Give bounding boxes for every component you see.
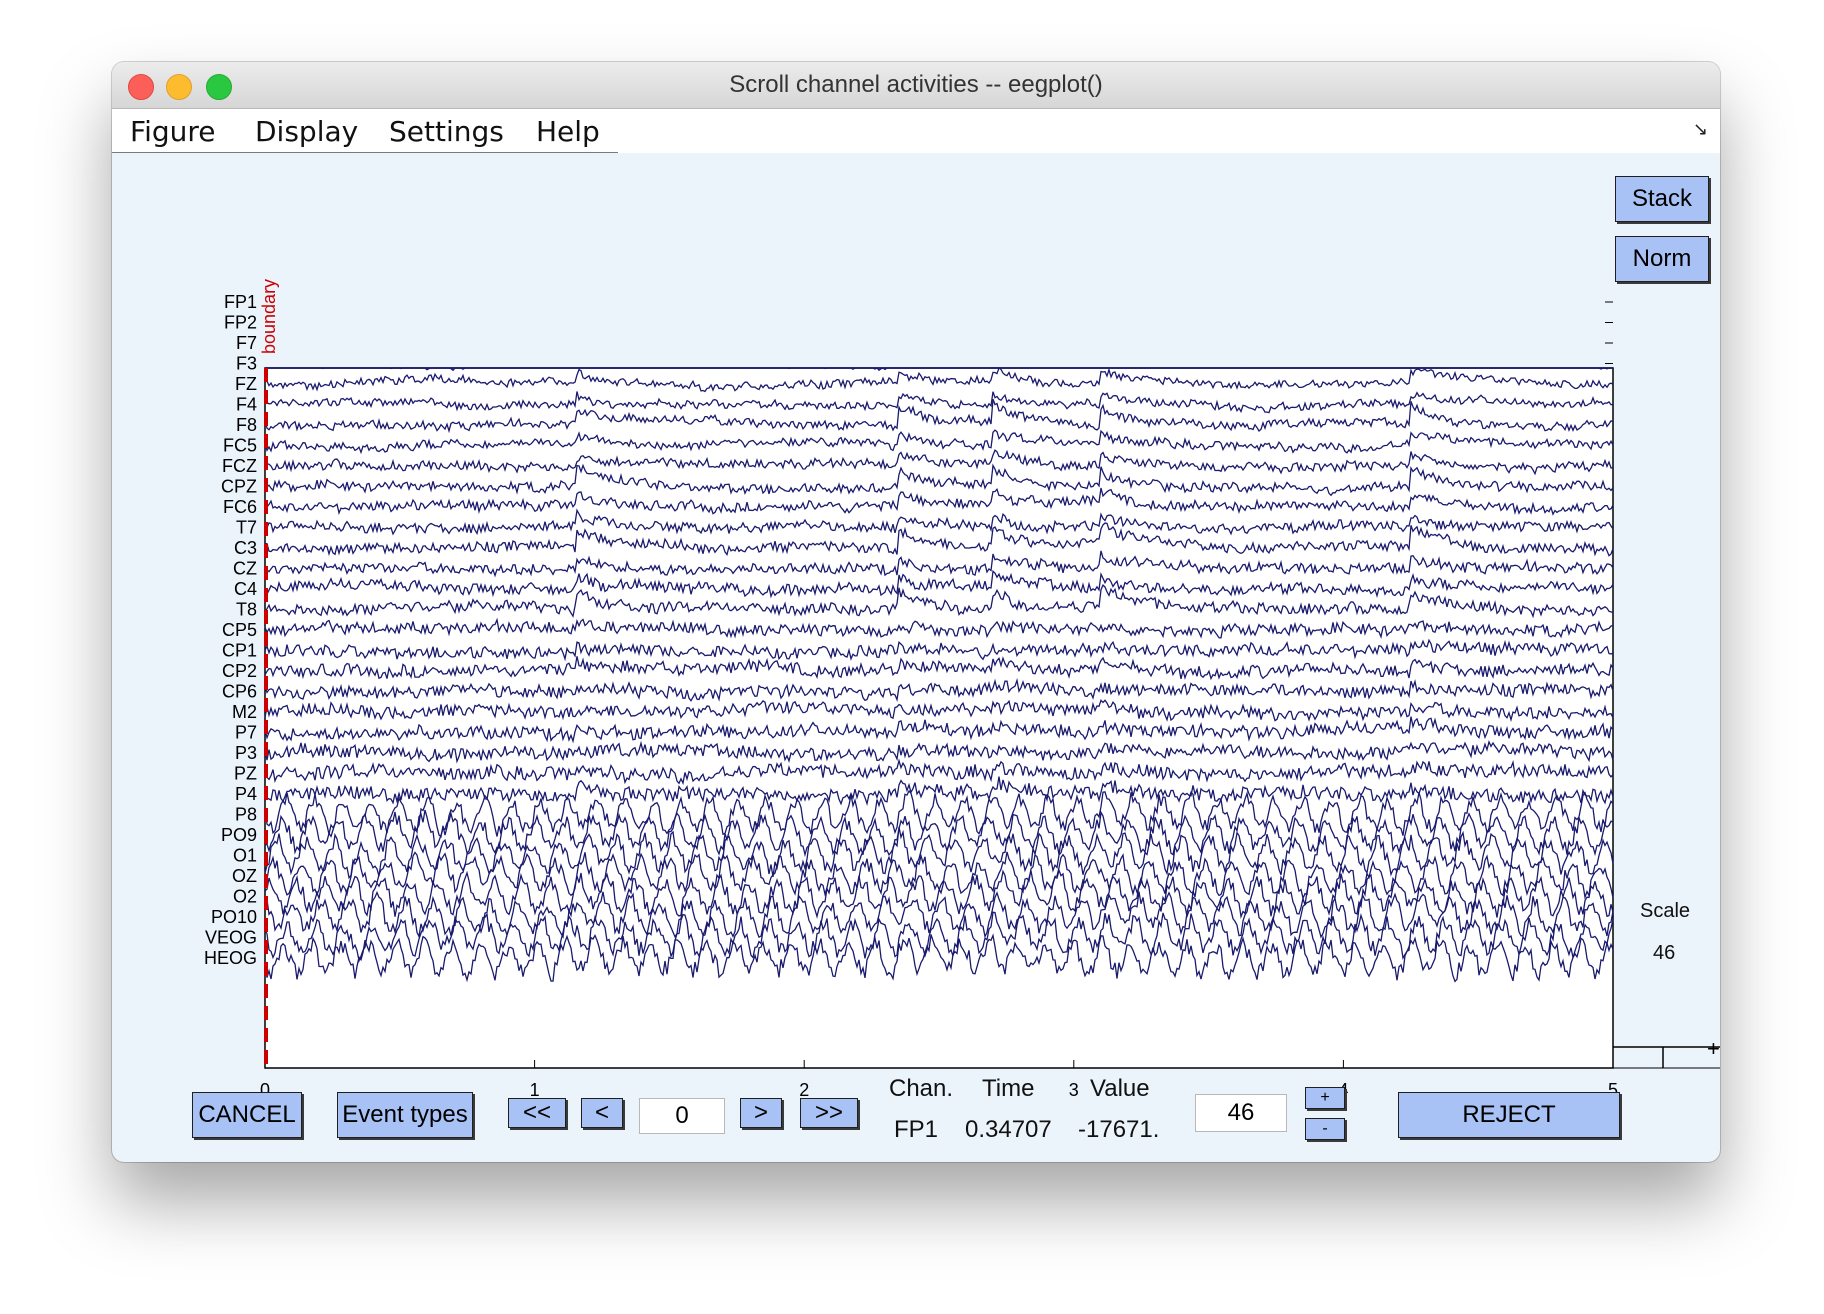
channel-label-cp6: CP6 <box>222 682 257 702</box>
menu-display[interactable]: Display <box>255 115 358 148</box>
channel-label-pz: PZ <box>234 764 257 784</box>
next-page-button[interactable]: > <box>740 1098 782 1128</box>
time-readout: 0.34707 <box>965 1116 1052 1143</box>
event-types-button[interactable]: Event types <box>337 1092 473 1138</box>
channel-label-fp1: FP1 <box>224 292 257 312</box>
value-readout: -17671. <box>1078 1116 1160 1143</box>
first-page-button[interactable]: << <box>508 1098 566 1128</box>
scale-decrease-button[interactable]: - <box>1305 1118 1345 1140</box>
channel-label-fp2: FP2 <box>224 313 257 333</box>
channel-label-p8: P8 <box>235 805 257 825</box>
eeg-plot[interactable]: FP1FP2F7F3FZF4F8FC5FCZCPZFC6T7C3CZC4T8CP… <box>112 154 1720 1162</box>
channel-label-cz: CZ <box>233 559 257 579</box>
time-tick-label: 1 <box>530 1080 540 1100</box>
menu-settings[interactable]: Settings <box>389 115 504 148</box>
prev-page-button[interactable]: < <box>581 1098 623 1128</box>
channel-label-oz: OZ <box>232 866 257 886</box>
reject-button[interactable]: REJECT <box>1398 1092 1620 1138</box>
scale-input[interactable]: 46 <box>1195 1094 1287 1132</box>
channel-label-cpz: CPZ <box>221 477 257 497</box>
scale-label: Scale <box>1640 900 1691 922</box>
cancel-button[interactable]: CANCEL <box>192 1092 302 1138</box>
menu-bar: Figure Display Settings Help ↘ <box>112 109 1720 153</box>
time-label: Time <box>982 1075 1035 1102</box>
channel-label-cp2: CP2 <box>222 661 257 681</box>
value-label: Value <box>1090 1075 1150 1102</box>
time-tick-label: 2 <box>799 1080 809 1100</box>
chan-readout: FP1 <box>894 1116 939 1143</box>
toolbar-toggle-icon[interactable]: ↘ <box>1693 119 1708 140</box>
channel-label-o1: O1 <box>233 846 257 866</box>
channel-label-veog: VEOG <box>205 928 257 948</box>
position-input[interactable]: 0 <box>639 1098 725 1134</box>
channel-label-fc6: FC6 <box>223 497 257 517</box>
channel-label-m2: M2 <box>232 702 257 722</box>
menu-figure[interactable]: Figure <box>130 115 216 148</box>
scale-plus-icon: + <box>1707 1036 1720 1061</box>
menu-help[interactable]: Help <box>536 115 600 148</box>
channel-label-o2: O2 <box>233 887 257 907</box>
channel-label-c3: C3 <box>234 538 257 558</box>
channel-label-cp1: CP1 <box>222 641 257 661</box>
channel-label-f8: F8 <box>236 415 257 435</box>
scale-increase-button[interactable]: + <box>1305 1087 1345 1109</box>
channel-label-fc5: FC5 <box>223 436 257 456</box>
channel-label-p7: P7 <box>235 723 257 743</box>
channel-label-f7: F7 <box>236 333 257 353</box>
stack-button[interactable]: Stack <box>1615 176 1709 222</box>
scale-value: 46 <box>1653 942 1676 964</box>
channel-label-fz: FZ <box>235 374 257 394</box>
channel-label-c4: C4 <box>234 579 257 599</box>
channel-label-fcz: FCZ <box>222 456 257 476</box>
time-tick-label: 3 <box>1069 1080 1079 1100</box>
norm-button[interactable]: Norm <box>1615 236 1709 282</box>
channel-label-f3: F3 <box>236 354 257 374</box>
channel-label-heog: HEOG <box>204 948 257 968</box>
window-title: Scroll channel activities -- eegplot() <box>729 71 1103 98</box>
title-bar: Scroll channel activities -- eegplot() <box>112 62 1720 109</box>
channel-label-p4: P4 <box>235 784 257 804</box>
menu-underline <box>112 152 618 153</box>
channel-label-t8: T8 <box>236 600 257 620</box>
last-page-button[interactable]: >> <box>800 1098 858 1128</box>
channel-label-po10: PO10 <box>211 907 257 927</box>
scale-indicator: + <box>1613 1036 1720 1069</box>
event-label: boundary <box>259 279 279 354</box>
channel-label-cp5: CP5 <box>222 620 257 640</box>
channel-label-po9: PO9 <box>221 825 257 845</box>
channel-label-f4: F4 <box>236 395 257 415</box>
eegplot-window: Scroll channel activities -- eegplot() F… <box>112 62 1720 1162</box>
chan-label: Chan. <box>889 1075 954 1102</box>
channel-label-t7: T7 <box>236 518 257 538</box>
channel-label-p3: P3 <box>235 743 257 763</box>
